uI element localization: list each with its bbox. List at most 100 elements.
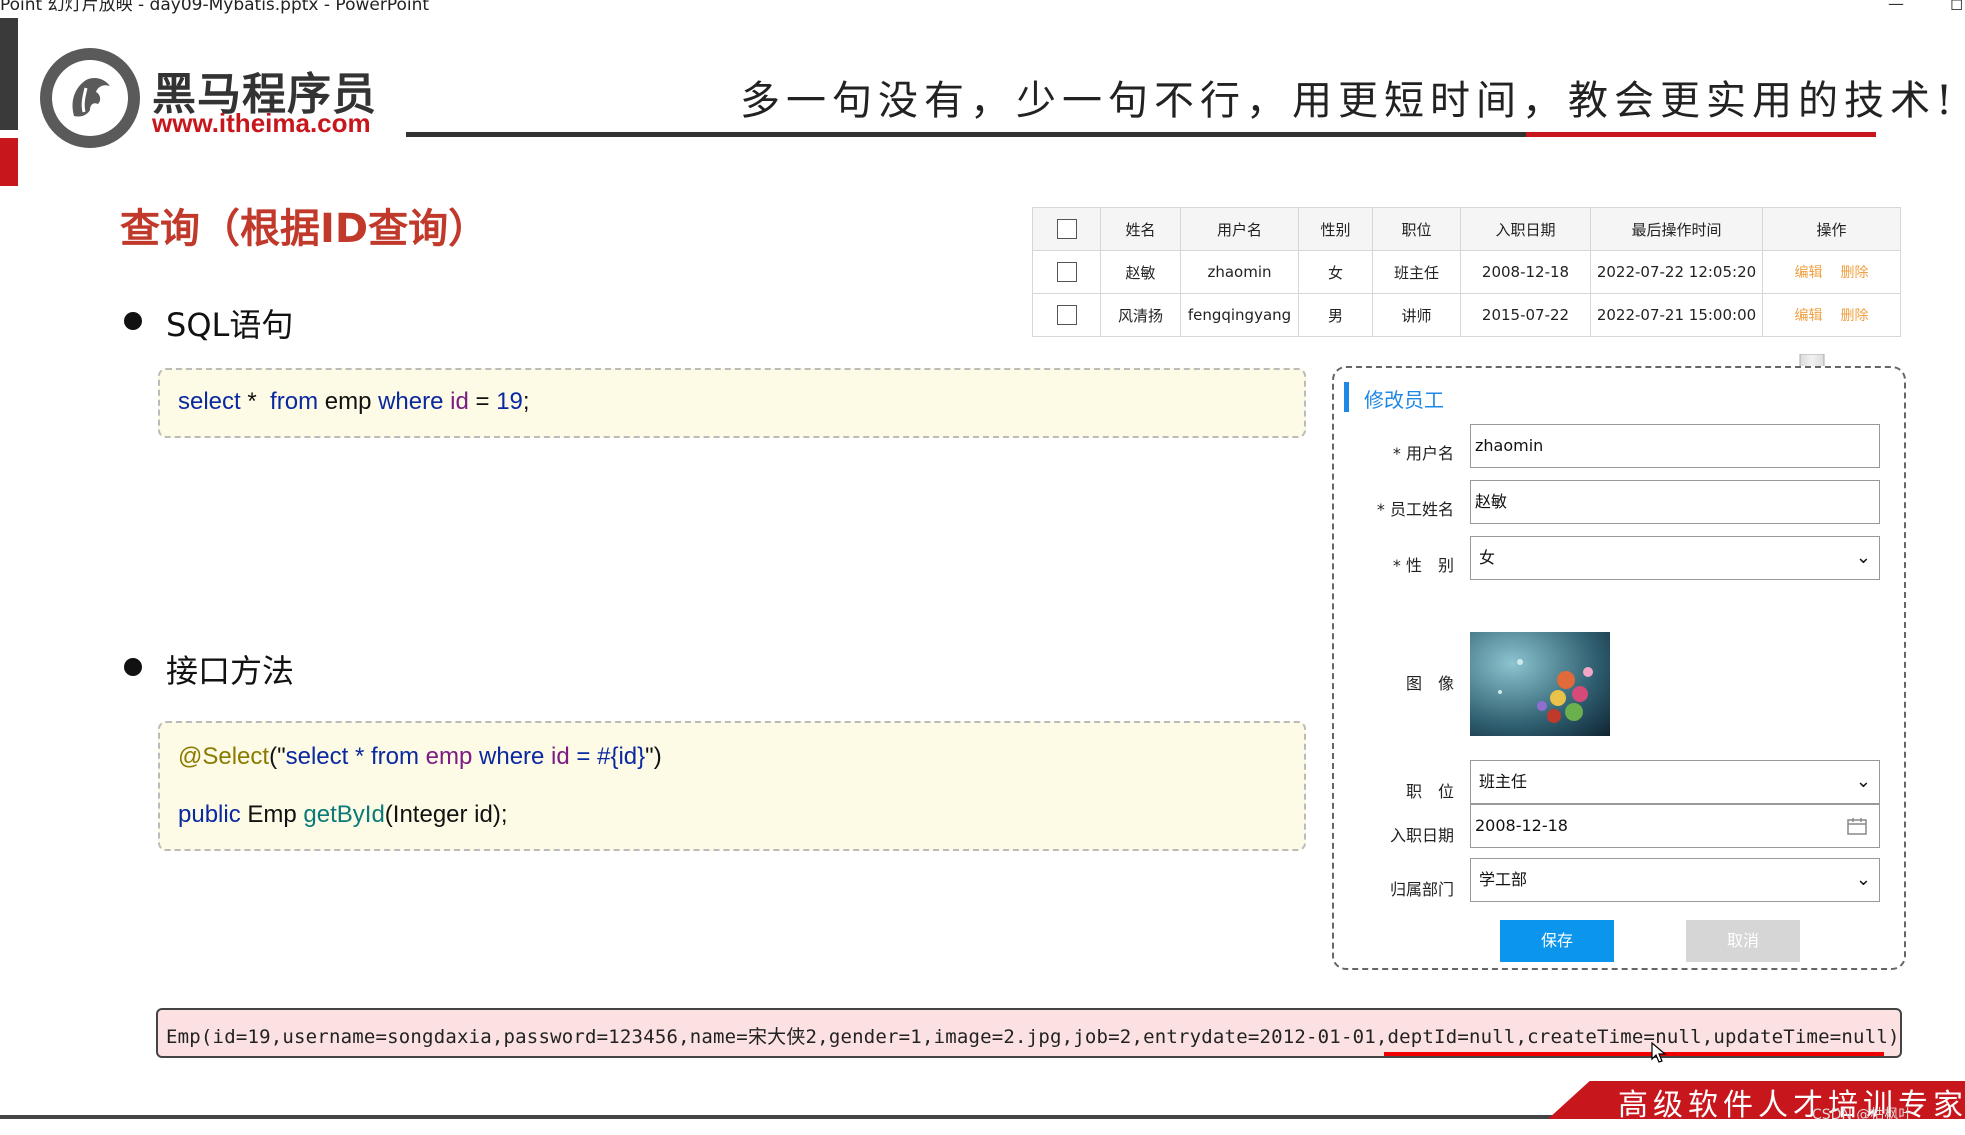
job-select-value: 班主任 [1479, 772, 1528, 791]
code-method: getById [303, 801, 385, 828]
section-label-sql: SQL语句 [166, 306, 294, 344]
delete-link[interactable]: 删除 [1841, 265, 1869, 281]
row-checkbox[interactable] [1056, 262, 1077, 282]
section-label-interface: 接口方法 [166, 652, 295, 690]
column-header: 用户名 [1180, 207, 1299, 251]
calendar-icon[interactable] [1847, 817, 1867, 835]
balloons-image-icon [1470, 632, 1610, 736]
chevron-down-icon: ⌄ [1855, 869, 1871, 890]
name-input[interactable]: 赵敏 [1470, 480, 1880, 524]
edit-link[interactable]: 编辑 [1795, 308, 1823, 324]
bullet-icon [124, 312, 142, 330]
code-annotation: @Select [178, 743, 270, 770]
cell-actions: 编辑 删除 [1762, 250, 1901, 294]
table-row: 风清扬 fengqingyang 男 讲师 2015-07-22 2022-07… [1032, 293, 1901, 337]
employee-table: 姓名 用户名 性别 职位 入职日期 最后操作时间 操作 赵敏 zhaomin 女… [1032, 207, 1901, 337]
code-keyword: from [263, 388, 319, 415]
dept-select[interactable]: 学工部 ⌄ [1470, 858, 1880, 902]
column-header: 性别 [1298, 207, 1373, 251]
job-select[interactable]: 班主任 ⌄ [1470, 760, 1880, 804]
bullet-icon [124, 658, 142, 676]
username-input[interactable]: zhaomin [1470, 424, 1880, 468]
edit-link[interactable]: 编辑 [1795, 265, 1823, 281]
code-token: (Integer id); [384, 801, 508, 828]
code-token: (" [269, 743, 286, 770]
cancel-button[interactable]: 取消 [1686, 920, 1800, 962]
interface-code-box: @Select("select * from emp where id = #{… [158, 721, 1306, 851]
column-header: 最后操作时间 [1590, 207, 1763, 251]
cell-updated: 2022-07-21 15:00:00 [1590, 293, 1763, 337]
slide: 黑马程序员 www.itheima.com 多一句没有，少一句不行，用更短时间，… [0, 18, 1965, 1119]
column-header: 职位 [1372, 207, 1461, 251]
sql-code-line: select * from emp where id = 19; [178, 388, 530, 416]
code-keyword: where [378, 388, 444, 415]
dept-label: 归属部门 [1389, 880, 1454, 899]
cell-username: fengqingyang [1180, 293, 1299, 337]
header-divider-accent [1526, 132, 1876, 137]
form-title: 修改员工 [1364, 388, 1444, 412]
edit-employee-dialog: 修改员工 * 用户名 zhaomin * 员工姓名 赵敏 * 性 别 女 ⌄ 图… [1332, 366, 1906, 970]
chevron-down-icon: ⌄ [1855, 771, 1871, 792]
highlight-underline [1384, 1052, 1884, 1056]
column-header: 操作 [1762, 207, 1901, 251]
select-all-checkbox[interactable] [1056, 219, 1077, 239]
code-number: 19 [496, 388, 523, 415]
row-checkbox[interactable] [1056, 305, 1077, 325]
footer-slogan: 高级软件人才培训专家 [1618, 1088, 1965, 1119]
gender-select[interactable]: 女 ⌄ [1470, 536, 1880, 580]
window-title-bar: Point 幻灯片放映 - day09-Mybatis.pptx - Power… [0, 0, 1965, 18]
column-header: 入职日期 [1460, 207, 1591, 251]
entry-date-value: 2008-12-18 [1475, 816, 1568, 835]
code-table: emp [418, 743, 473, 770]
avatar-image[interactable] [1470, 632, 1610, 736]
method-code-line: public Emp getById(Integer id); [178, 801, 508, 829]
logo-url: www.itheima.com [152, 108, 371, 138]
code-keyword: select [178, 388, 241, 415]
horse-logo-icon [72, 78, 110, 117]
form-title-accent [1344, 382, 1349, 412]
page-title: 查询（根据ID查询） [120, 206, 489, 252]
row-select-cell[interactable] [1032, 250, 1101, 294]
restore-button[interactable]: ◻ [1950, 0, 1963, 12]
save-button[interactable]: 保存 [1500, 920, 1614, 962]
table-row: 赵敏 zhaomin 女 班主任 2008-12-18 2022-07-22 1… [1032, 250, 1901, 294]
delete-link[interactable]: 删除 [1841, 308, 1869, 324]
code-keyword: select [285, 743, 349, 770]
cell-actions: 编辑 删除 [1762, 293, 1901, 337]
entry-date-input[interactable]: 2008-12-18 [1470, 804, 1880, 848]
code-keyword: where [472, 743, 545, 770]
left-accent-bar [0, 18, 18, 130]
console-output-text: Emp(id=19,username=songdaxia,password=12… [166, 1026, 1900, 1048]
cell-name: 风清扬 [1100, 293, 1181, 337]
window-title: Point 幻灯片放映 - day09-Mybatis.pptx - Power… [0, 0, 430, 15]
select-all-cell[interactable] [1032, 207, 1101, 251]
cell-name: 赵敏 [1100, 250, 1181, 294]
code-token: Emp [240, 801, 304, 828]
row-select-cell[interactable] [1032, 293, 1101, 337]
code-token: = [468, 388, 497, 415]
job-label: 职 位 [1405, 782, 1454, 801]
slogan: 多一句没有，少一句不行，用更短时间，教会更实用的技术! [740, 78, 1959, 124]
code-token: = #{id} [569, 743, 646, 770]
console-output-box: Emp(id=19,username=songdaxia,password=12… [156, 1008, 1902, 1058]
cell-entry-date: 2015-07-22 [1460, 293, 1591, 337]
table-header-row: 姓名 用户名 性别 职位 入职日期 最后操作时间 操作 [1032, 207, 1901, 251]
gender-label: * 性 别 [1392, 556, 1454, 575]
cell-gender: 男 [1298, 293, 1373, 337]
image-label: 图 像 [1405, 674, 1454, 693]
code-column: id [544, 743, 570, 770]
cell-username: zhaomin [1180, 250, 1299, 294]
code-token: * [348, 743, 371, 770]
code-token: ") [645, 743, 662, 770]
cell-job: 班主任 [1372, 250, 1461, 294]
code-token: * [240, 388, 264, 415]
cell-entry-date: 2008-12-18 [1460, 250, 1591, 294]
minimize-button[interactable]: — [1888, 0, 1904, 12]
cell-gender: 女 [1298, 250, 1373, 294]
code-token: emp [318, 388, 379, 415]
name-label: * 员工姓名 [1376, 500, 1454, 519]
column-header: 姓名 [1100, 207, 1181, 251]
code-token: ; [522, 388, 530, 415]
username-label: * 用户名 [1392, 444, 1454, 463]
mouse-cursor-icon [1651, 1042, 1667, 1063]
